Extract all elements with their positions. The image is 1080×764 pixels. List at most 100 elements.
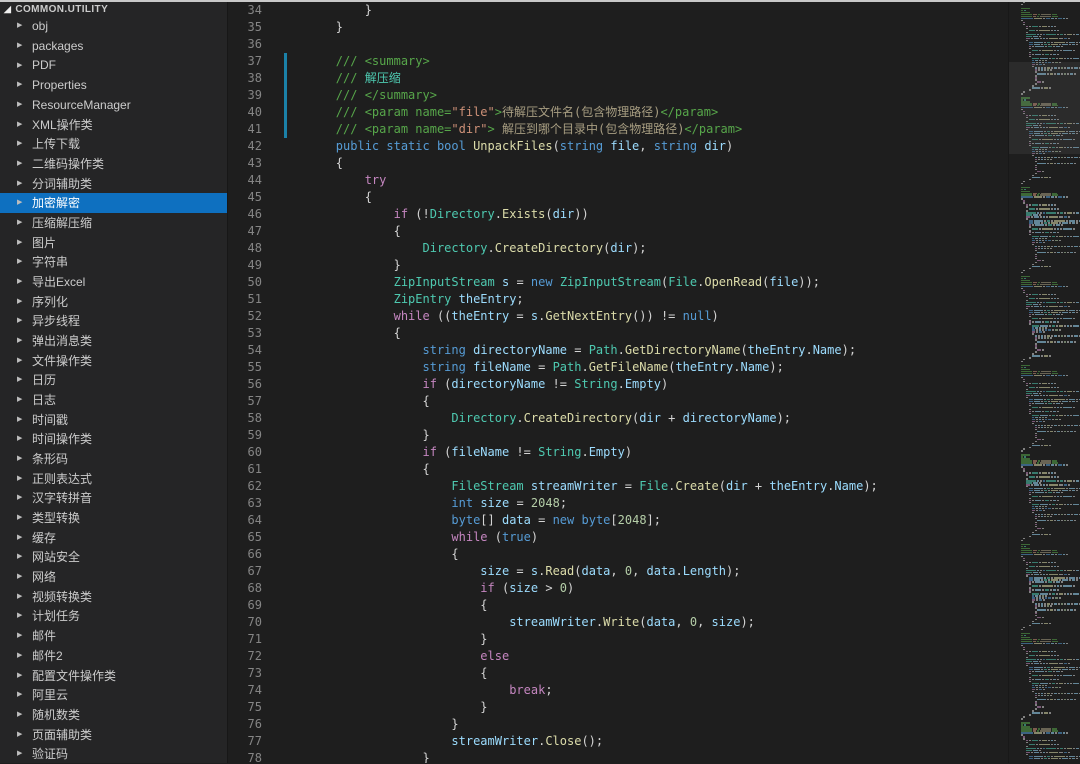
line-number[interactable]: 44 [228, 172, 278, 189]
code-line[interactable]: 39 /// </summary> [228, 87, 1008, 104]
line-number[interactable]: 78 [228, 750, 278, 763]
minimap[interactable] [1008, 2, 1080, 763]
sidebar-item[interactable]: ▶压缩解压缩 [0, 213, 227, 233]
line-number[interactable]: 65 [228, 529, 278, 546]
line-number[interactable]: 69 [228, 597, 278, 614]
code-line[interactable]: 59 } [228, 427, 1008, 444]
line-number[interactable]: 43 [228, 155, 278, 172]
code-line[interactable]: 58 Directory.CreateDirectory(dir + direc… [228, 410, 1008, 427]
line-number[interactable]: 47 [228, 223, 278, 240]
line-number[interactable]: 35 [228, 19, 278, 36]
code-line[interactable]: 34 } [228, 2, 1008, 19]
code-line[interactable]: 49 } [228, 257, 1008, 274]
sidebar-item[interactable]: ▶计划任务 [0, 606, 227, 626]
line-number[interactable]: 46 [228, 206, 278, 223]
line-number[interactable]: 60 [228, 444, 278, 461]
line-number[interactable]: 49 [228, 257, 278, 274]
sidebar-item[interactable]: ▶二维码操作类 [0, 154, 227, 174]
code-line[interactable]: 38 /// 解压缩 [228, 70, 1008, 87]
sidebar-item[interactable]: ▶加密解密 [0, 193, 227, 213]
line-number[interactable]: 50 [228, 274, 278, 291]
sidebar-item[interactable]: ▶邮件2 [0, 646, 227, 666]
sidebar-item[interactable]: ▶时间戳 [0, 409, 227, 429]
minimap-viewport[interactable] [1009, 62, 1080, 154]
sidebar-item[interactable]: ▶日志 [0, 390, 227, 410]
sidebar-item[interactable]: ▶正则表达式 [0, 468, 227, 488]
line-number[interactable]: 58 [228, 410, 278, 427]
line-number[interactable]: 61 [228, 461, 278, 478]
code-line[interactable]: 52 while ((theEntry = s.GetNextEntry()) … [228, 308, 1008, 325]
line-number[interactable]: 71 [228, 631, 278, 648]
line-number[interactable]: 56 [228, 376, 278, 393]
sidebar-item[interactable]: ▶XML操作类 [0, 114, 227, 134]
sidebar-item[interactable]: ▶packages [0, 36, 227, 56]
code-line[interactable]: 69 { [228, 597, 1008, 614]
sidebar-item[interactable]: ▶导出Excel [0, 272, 227, 292]
code-line[interactable]: 63 int size = 2048; [228, 495, 1008, 512]
line-number[interactable]: 70 [228, 614, 278, 631]
code-line[interactable]: 37 /// <summary> [228, 53, 1008, 70]
code-line[interactable]: 73 { [228, 665, 1008, 682]
code-line[interactable]: 65 while (true) [228, 529, 1008, 546]
sidebar-item[interactable]: ▶序列化 [0, 291, 227, 311]
line-number[interactable]: 42 [228, 138, 278, 155]
line-number[interactable]: 39 [228, 87, 278, 104]
code-line[interactable]: 68 if (size > 0) [228, 580, 1008, 597]
sidebar-item[interactable]: ▶PDF [0, 55, 227, 75]
code-line[interactable]: 71 } [228, 631, 1008, 648]
code-line[interactable]: 54 string directoryName = Path.GetDirect… [228, 342, 1008, 359]
sidebar-item[interactable]: ▶网站安全 [0, 547, 227, 567]
code-line[interactable]: 53 { [228, 325, 1008, 342]
code-line[interactable]: 61 { [228, 461, 1008, 478]
sidebar-item[interactable]: ▶弹出消息类 [0, 331, 227, 351]
sidebar-item[interactable]: ▶图片 [0, 232, 227, 252]
line-number[interactable]: 59 [228, 427, 278, 444]
code-line[interactable]: 41 /// <param name="dir"> 解压到哪个目录中(包含物理路… [228, 121, 1008, 138]
code-line[interactable]: 35 } [228, 19, 1008, 36]
code-line[interactable]: 74 break; [228, 682, 1008, 699]
sidebar-item[interactable]: ▶邮件 [0, 626, 227, 646]
code-line[interactable]: 44 try [228, 172, 1008, 189]
line-number[interactable]: 67 [228, 563, 278, 580]
sidebar-item[interactable]: ▶配置文件操作类 [0, 665, 227, 685]
code-line[interactable]: 76 } [228, 716, 1008, 733]
line-number[interactable]: 55 [228, 359, 278, 376]
line-number[interactable]: 68 [228, 580, 278, 597]
code-line[interactable]: 70 streamWriter.Write(data, 0, size); [228, 614, 1008, 631]
code-line[interactable]: 46 if (!Directory.Exists(dir)) [228, 206, 1008, 223]
line-number[interactable]: 73 [228, 665, 278, 682]
line-number[interactable]: 41 [228, 121, 278, 138]
line-number[interactable]: 54 [228, 342, 278, 359]
code-line[interactable]: 75 } [228, 699, 1008, 716]
code-line[interactable]: 43 { [228, 155, 1008, 172]
line-number[interactable]: 48 [228, 240, 278, 257]
line-number[interactable]: 40 [228, 104, 278, 121]
code-line[interactable]: 40 /// <param name="file">待解压文件名(包含物理路径)… [228, 104, 1008, 121]
sidebar-item[interactable]: ▶缓存 [0, 527, 227, 547]
sidebar-item[interactable]: ▶上传下载 [0, 134, 227, 154]
line-number[interactable]: 77 [228, 733, 278, 750]
line-number[interactable]: 34 [228, 2, 278, 19]
sidebar-item[interactable]: ▶汉字转拼音 [0, 488, 227, 508]
code-line[interactable]: 72 else [228, 648, 1008, 665]
line-number[interactable]: 63 [228, 495, 278, 512]
sidebar-item[interactable]: ▶分词辅助类 [0, 173, 227, 193]
line-number[interactable]: 76 [228, 716, 278, 733]
sidebar-item[interactable]: ▶obj [0, 16, 227, 36]
sidebar-item[interactable]: ▶时间操作类 [0, 429, 227, 449]
line-number[interactable]: 62 [228, 478, 278, 495]
sidebar-item[interactable]: ▶阿里云 [0, 685, 227, 705]
code-line[interactable]: 56 if (directoryName != String.Empty) [228, 376, 1008, 393]
code-line[interactable]: 77 streamWriter.Close(); [228, 733, 1008, 750]
line-number[interactable]: 51 [228, 291, 278, 308]
code-line[interactable]: 64 byte[] data = new byte[2048]; [228, 512, 1008, 529]
sidebar-item[interactable]: ▶验证码 [0, 744, 227, 764]
line-number[interactable]: 45 [228, 189, 278, 206]
line-number[interactable]: 53 [228, 325, 278, 342]
line-number[interactable]: 52 [228, 308, 278, 325]
line-number[interactable]: 74 [228, 682, 278, 699]
line-number[interactable]: 38 [228, 70, 278, 87]
sidebar-item[interactable]: ▶页面辅助类 [0, 724, 227, 744]
code-line[interactable]: 57 { [228, 393, 1008, 410]
code-line[interactable]: 47 { [228, 223, 1008, 240]
